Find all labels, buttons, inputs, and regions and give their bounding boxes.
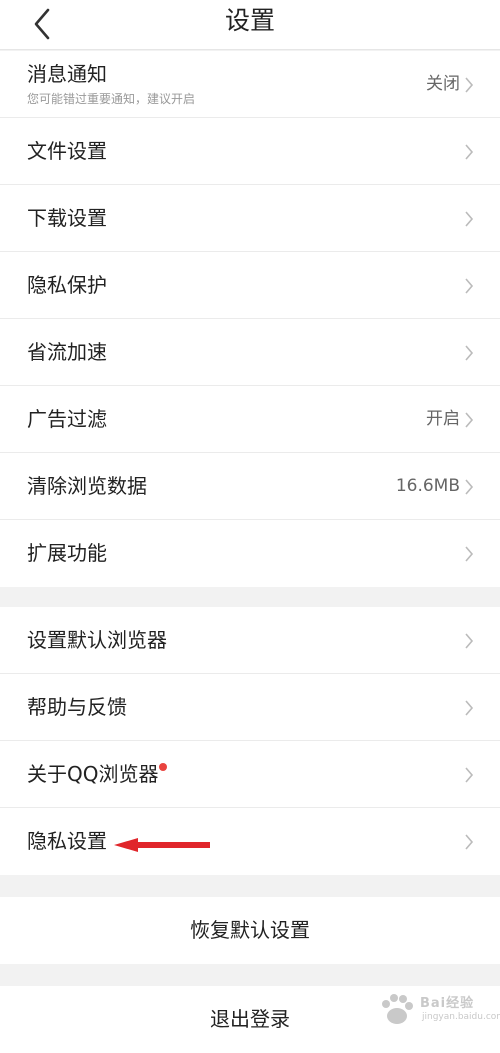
annotation-arrow-icon	[114, 838, 210, 852]
row-label-wrap: 关于QQ浏览器	[27, 741, 168, 808]
row-message-notification[interactable]: 消息通知 您可能错过重要通知，建议开启 关闭	[0, 51, 500, 118]
row-value: 开启	[426, 409, 460, 429]
row-extensions[interactable]: 扩展功能	[0, 520, 500, 587]
chevron-right-icon	[465, 633, 474, 649]
row-download-settings[interactable]: 下载设置	[0, 185, 500, 252]
settings-group-main: 消息通知 您可能错过重要通知，建议开启 关闭 文件设置 下载设置 隐私保护 省流…	[0, 51, 500, 587]
row-label: 广告过滤	[27, 407, 107, 431]
row-label: 帮助与反馈	[27, 695, 127, 719]
new-badge-dot	[159, 763, 168, 771]
row-value: 关闭	[426, 74, 460, 94]
row-label: 下载设置	[27, 206, 107, 230]
header-bar: 设置	[0, 0, 500, 50]
settings-group-about: 设置默认浏览器 帮助与反馈 关于QQ浏览器 隐私设置	[0, 607, 500, 875]
row-label: 文件设置	[27, 139, 107, 163]
row-label: 省流加速	[27, 340, 107, 364]
row-ad-filter[interactable]: 广告过滤 开启	[0, 386, 500, 453]
restore-defaults-button[interactable]: 恢复默认设置	[0, 897, 500, 964]
row-label: 隐私保护	[27, 273, 107, 297]
watermark-text: Bai经验	[420, 996, 475, 1011]
chevron-right-icon	[465, 345, 474, 361]
chevron-right-icon	[465, 700, 474, 716]
row-privacy-settings[interactable]: 隐私设置	[0, 808, 500, 875]
row-data-saver[interactable]: 省流加速	[0, 319, 500, 386]
chevron-right-icon	[465, 546, 474, 562]
row-sublabel: 您可能错过重要通知，建议开启	[27, 92, 196, 106]
row-value: 16.6MB	[395, 476, 460, 496]
chevron-right-icon	[465, 412, 474, 428]
row-help-feedback[interactable]: 帮助与反馈	[0, 674, 500, 741]
row-label: 清除浏览数据	[27, 474, 147, 498]
logout-label: 退出登录	[210, 1007, 290, 1031]
chevron-right-icon	[465, 479, 474, 495]
chevron-right-icon	[465, 77, 474, 93]
row-set-default-browser[interactable]: 设置默认浏览器	[0, 607, 500, 674]
row-clear-browsing-data[interactable]: 清除浏览数据 16.6MB	[0, 453, 500, 520]
chevron-right-icon	[465, 144, 474, 160]
row-file-settings[interactable]: 文件设置	[0, 118, 500, 185]
page-title: 设置	[224, 6, 275, 35]
row-about-qq-browser[interactable]: 关于QQ浏览器	[0, 741, 500, 808]
row-label: 设置默认浏览器	[27, 628, 167, 652]
row-label: 扩展功能	[27, 541, 107, 565]
paw-logo-icon	[382, 994, 413, 1024]
chevron-right-icon	[465, 278, 474, 294]
row-label: 关于QQ浏览器	[27, 762, 159, 786]
row-privacy-protection[interactable]: 隐私保护	[0, 252, 500, 319]
baidu-jingyan-watermark: Bai经验 jingyan.baidu.com	[374, 986, 500, 1038]
row-label: 隐私设置	[27, 829, 107, 853]
row-label: 消息通知	[27, 62, 107, 86]
chevron-right-icon	[465, 211, 474, 227]
chevron-right-icon	[465, 834, 474, 850]
chevron-right-icon	[465, 767, 474, 783]
watermark-url: jingyan.baidu.com	[422, 1012, 500, 1022]
